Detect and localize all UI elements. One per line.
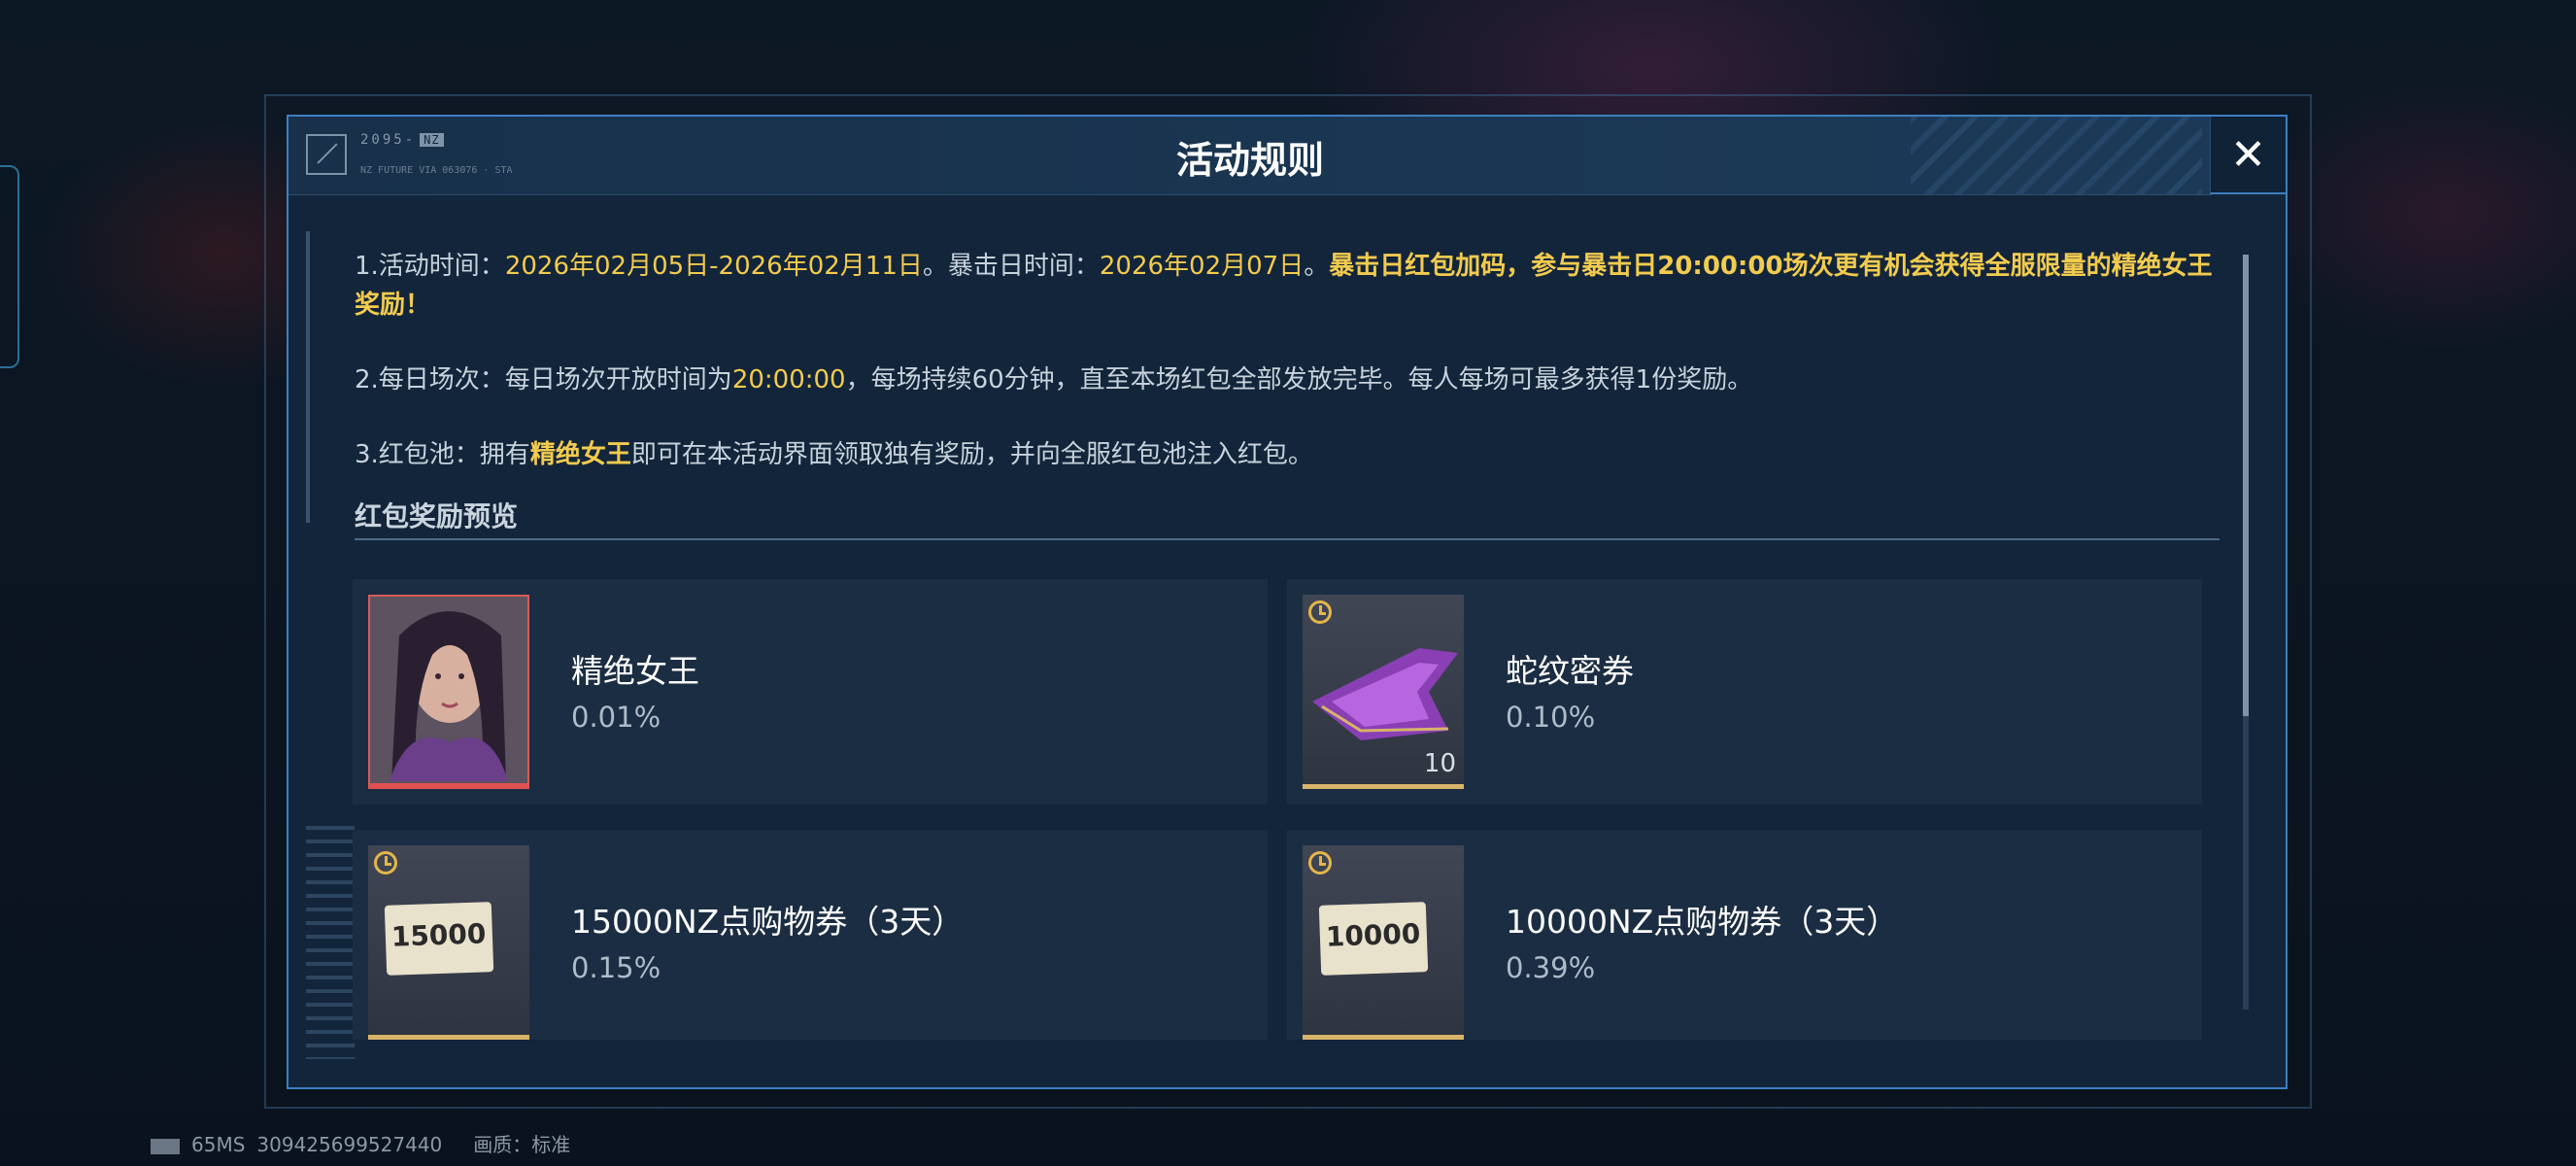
reward-name: 10000NZ点购物券（3天） bbox=[1506, 903, 1899, 941]
rules-modal: 2095- NZ NZ FUTURE VIA 063076 · STA 活动规则 … bbox=[287, 115, 2288, 1089]
side-decoration-ticks bbox=[306, 826, 355, 1059]
reward-card[interactable]: 精绝女王 0.01% bbox=[353, 579, 1268, 805]
item-count: 10 bbox=[1423, 749, 1456, 778]
reward-thumbnail-voucher-15000: 15000 bbox=[368, 845, 529, 1040]
reward-card[interactable]: 10 蛇纹密券 0.10% bbox=[1287, 579, 2202, 805]
side-decoration bbox=[306, 231, 310, 523]
reward-card[interactable]: 10000 10000NZ点购物券（3天） 0.39% bbox=[1287, 830, 2202, 1040]
clock-icon bbox=[374, 851, 397, 874]
side-tab[interactable] bbox=[0, 165, 19, 368]
reward-thumbnail-voucher-10000: 10000 bbox=[1303, 845, 1464, 1040]
voucher-amount: 15000 bbox=[390, 917, 487, 953]
rule-3-prefix: 3.红包池：拥有 bbox=[355, 440, 530, 469]
rule-3: 3.红包池：拥有精绝女王即可在本活动界面领取独有奖励，并向全服红包池注入红包。 bbox=[355, 435, 2229, 474]
status-bar: 65MS 309425699527440 画质：标准 bbox=[151, 1129, 582, 1157]
latency: 65MS bbox=[191, 1133, 246, 1156]
reward-rate: 0.01% bbox=[571, 701, 661, 734]
character-portrait-icon bbox=[370, 597, 527, 783]
reward-card[interactable]: 15000 15000NZ点购物券（3天） 0.15% bbox=[353, 830, 1268, 1040]
clock-icon bbox=[1308, 851, 1332, 874]
rule-1: 1.活动时间：2026年02月05日-2026年02月11日。暴击日时间：202… bbox=[355, 247, 2229, 325]
rule-1-dot: 。 bbox=[1304, 252, 1330, 281]
quality-value: 标准 bbox=[531, 1133, 571, 1156]
voucher-amount: 10000 bbox=[1325, 917, 1421, 953]
reward-name: 精绝女王 bbox=[571, 652, 699, 690]
scrollbar[interactable] bbox=[2243, 255, 2249, 1010]
modal-title: 活动规则 bbox=[1175, 139, 1324, 182]
rule-1-event-dates: 2026年02月05日-2026年02月11日 bbox=[504, 252, 923, 281]
player-id: 309425699527440 bbox=[256, 1133, 443, 1156]
rule-2-prefix: 2.每日场次：每日场次开放时间为 bbox=[355, 365, 732, 394]
reward-rate: 0.10% bbox=[1506, 701, 1596, 734]
rule-2-time: 20:00:00 bbox=[731, 365, 846, 394]
network-icon bbox=[151, 1138, 180, 1154]
reward-name: 蛇纹密券 bbox=[1506, 652, 1634, 690]
rule-2: 2.每日场次：每日场次开放时间为20:00:00，每场持续60分钟，直至本场红包… bbox=[355, 360, 2229, 399]
clock-icon bbox=[1308, 600, 1332, 624]
rule-3-highlight: 精绝女王 bbox=[529, 440, 631, 469]
section-divider bbox=[355, 538, 2220, 540]
reward-thumbnail-queen bbox=[368, 595, 529, 789]
modal-header: 2095- NZ NZ FUTURE VIA 063076 · STA 活动规则 bbox=[288, 117, 2212, 195]
reward-thumbnail-snake-ticket: 10 bbox=[1303, 595, 1464, 789]
rule-1-crit-date: 2026年02月07日 bbox=[1099, 252, 1305, 281]
close-icon: ✕ bbox=[2230, 129, 2266, 180]
reward-name: 15000NZ点购物券（3天） bbox=[571, 903, 965, 941]
voucher-card-icon: 15000 bbox=[384, 902, 494, 976]
reward-rate: 0.15% bbox=[571, 951, 661, 984]
close-button[interactable]: ✕ bbox=[2210, 117, 2286, 194]
quality-label: 画质： bbox=[473, 1133, 532, 1156]
rules-text: 1.活动时间：2026年02月05日-2026年02月11日。暴击日时间：202… bbox=[355, 247, 2229, 474]
voucher-card-icon: 10000 bbox=[1318, 902, 1429, 976]
rule-1-mid: 。暴击日时间： bbox=[922, 252, 1100, 281]
rule-3-suffix: 即可在本活动界面领取独有奖励，并向全服红包池注入红包。 bbox=[630, 440, 1313, 469]
section-title: 红包奖励预览 bbox=[355, 500, 519, 532]
rule-1-prefix: 1.活动时间： bbox=[355, 252, 505, 281]
rule-2-suffix: ，每场持续60分钟，直至本场红包全部发放完毕。每人每场可最多获得1份奖励。 bbox=[845, 365, 1753, 394]
reward-rate: 0.39% bbox=[1506, 951, 1596, 984]
scrollbar-thumb[interactable] bbox=[2243, 255, 2249, 716]
